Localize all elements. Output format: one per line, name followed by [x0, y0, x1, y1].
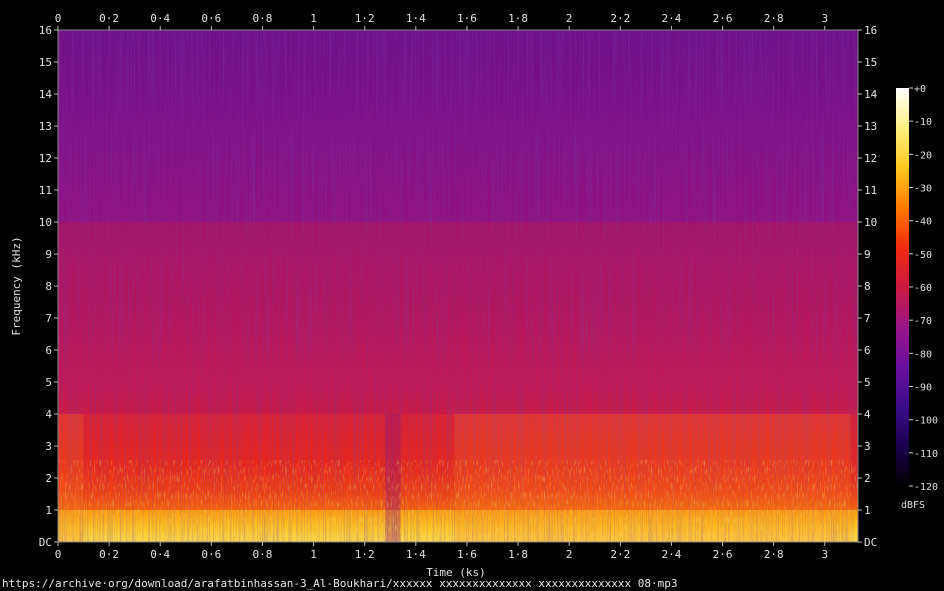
x-tick-label-top: 1 — [310, 12, 317, 25]
x-tick-label-bottom: 0·8 — [253, 548, 273, 561]
colorbar-tick-label: -120 — [914, 482, 938, 493]
x-tick-label-bottom: 2·2 — [610, 548, 630, 561]
y-tick-label-right: 1 — [864, 504, 871, 517]
frequency-band — [58, 222, 858, 414]
y-tick-label-left: 5 — [45, 376, 52, 389]
y-tick-label-right: 4 — [864, 408, 871, 421]
spectrogram-heatmap — [58, 30, 858, 542]
x-tick-label-bottom: 3 — [821, 548, 828, 561]
y-tick-label-left: 13 — [39, 120, 52, 133]
colorbar-tick-label: -80 — [914, 349, 932, 360]
y-tick-label-right: 2 — [864, 472, 871, 485]
y-tick-label-right: 6 — [864, 344, 871, 357]
x-tick-label-top: 1·2 — [355, 12, 375, 25]
y-tick-label-left: 4 — [45, 408, 52, 421]
y-tick-label-right: 12 — [864, 152, 877, 165]
x-tick-label-top: 0·2 — [99, 12, 119, 25]
y-tick-label-right: 11 — [864, 184, 877, 197]
x-tick-label-top: 0 — [55, 12, 62, 25]
x-axis-bottom: 0 0·2 0·4 0·6 0·8 1 1·2 1·4 1·6 1·8 2 2·2 2·4 2·6 2·8 3 — [55, 542, 828, 561]
y-tick-label-left: 6 — [45, 344, 52, 357]
colorbar-tick-label: -20 — [914, 150, 932, 161]
y-tick-label-left: 16 — [39, 24, 52, 37]
y-tick-label-left: 10 — [39, 216, 52, 229]
y-tick-label-right: 13 — [864, 120, 877, 133]
y-tick-label-right: 16 — [864, 24, 877, 37]
y-tick-label-right: 7 — [864, 312, 871, 325]
y-tick-label-left: 2 — [45, 472, 52, 485]
x-tick-label-top: 0·4 — [150, 12, 170, 25]
y-axis-label: Frequency (kHz) — [10, 236, 23, 335]
colorbar-tick-label: -50 — [914, 250, 932, 261]
y-tick-label-left: 11 — [39, 184, 52, 197]
x-axis-top: 0 0·2 0·4 0·6 0·8 1 1·2 1·4 1·6 1·8 2 2·2 2·4 2·6 2·8 3 — [55, 12, 828, 30]
x-tick-label-bottom: 1·4 — [406, 548, 426, 561]
x-tick-label-top: 2 — [566, 12, 573, 25]
y-tick-label-left: 14 — [39, 88, 53, 101]
x-tick-label-top: 1·4 — [406, 12, 426, 25]
colorbar-tick-label: -60 — [914, 283, 932, 294]
y-tick-label-left: 9 — [45, 248, 52, 261]
x-tick-label-top: 2·2 — [610, 12, 630, 25]
colorbar-tick-label: -90 — [914, 383, 932, 394]
colorbar-tick-label: +0 — [914, 84, 926, 95]
y-tick-label-left: 1 — [45, 504, 52, 517]
x-tick-label-bottom: 1·2 — [355, 548, 375, 561]
spectrogram-figure: 0 0·2 0·4 0·6 0·8 1 1·2 1·4 1·6 1·8 2 2·2 2·4 2·6 2·8 3… — [10, 12, 938, 579]
x-tick-label-top: 0·6 — [201, 12, 221, 25]
colorbar: +0 -10 -20 -30 -40 -50 -60 -70 -80 -90 -100 -110 -12… — [896, 84, 938, 511]
x-tick-label-bottom: 1 — [310, 548, 317, 561]
y-tick-label-left: 15 — [39, 56, 52, 69]
source-url-caption: https://archive·org/download/arafatbinha… — [2, 577, 678, 590]
x-tick-label-top: 1·8 — [508, 12, 528, 25]
x-tick-label-bottom: 0·2 — [99, 548, 119, 561]
colorbar-label: dBFS — [901, 500, 925, 511]
x-tick-label-top: 2·4 — [661, 12, 681, 25]
y-tick-label-right: 9 — [864, 248, 871, 261]
colorbar-tick-label: -110 — [914, 449, 938, 460]
x-tick-label-bottom: 2·8 — [764, 548, 784, 561]
x-tick-label-top: 3 — [821, 12, 828, 25]
colorbar-tick-label: -100 — [914, 416, 938, 427]
y-tick-label-right: 5 — [864, 376, 871, 389]
x-tick-label-top: 0·8 — [253, 12, 273, 25]
colorbar-tick-label: -70 — [914, 316, 932, 327]
x-tick-label-top: 2·6 — [713, 12, 733, 25]
y-tick-label-right: 14 — [864, 88, 878, 101]
x-tick-label-bottom: 0·6 — [201, 548, 221, 561]
x-tick-label-bottom: 1·6 — [457, 548, 477, 561]
y-tick-label-left: 7 — [45, 312, 52, 325]
colorbar-gradient — [896, 88, 909, 486]
colorbar-tick-label: -40 — [914, 217, 932, 228]
y-tick-label-right: 8 — [864, 280, 871, 293]
x-tick-label-top: 2·8 — [764, 12, 784, 25]
x-tick-label-bottom: 0 — [55, 548, 62, 561]
y-tick-label-right: 3 — [864, 440, 871, 453]
y-tick-label-left: DC — [39, 536, 52, 549]
y-axis-left: DC12345678910111213141516 — [39, 24, 58, 549]
y-tick-label-right: DC — [864, 536, 877, 549]
colorbar-tick-label: -30 — [914, 184, 932, 195]
x-tick-label-bottom: 2·6 — [713, 548, 733, 561]
y-tick-label-left: 3 — [45, 440, 52, 453]
frequency-band — [58, 30, 858, 222]
y-tick-label-left: 12 — [39, 152, 52, 165]
y-tick-label-left: 8 — [45, 280, 52, 293]
x-tick-label-bottom: 1·8 — [508, 548, 528, 561]
y-tick-label-right: 10 — [864, 216, 877, 229]
x-tick-label-top: 1·6 — [457, 12, 477, 25]
y-axis-right: DC12345678910111213141516 — [858, 24, 878, 549]
x-tick-label-bottom: 0·4 — [150, 548, 170, 561]
colorbar-tick-label: -10 — [914, 117, 932, 128]
y-tick-label-right: 15 — [864, 56, 877, 69]
x-tick-label-bottom: 2 — [566, 548, 573, 561]
x-tick-label-bottom: 2·4 — [661, 548, 681, 561]
